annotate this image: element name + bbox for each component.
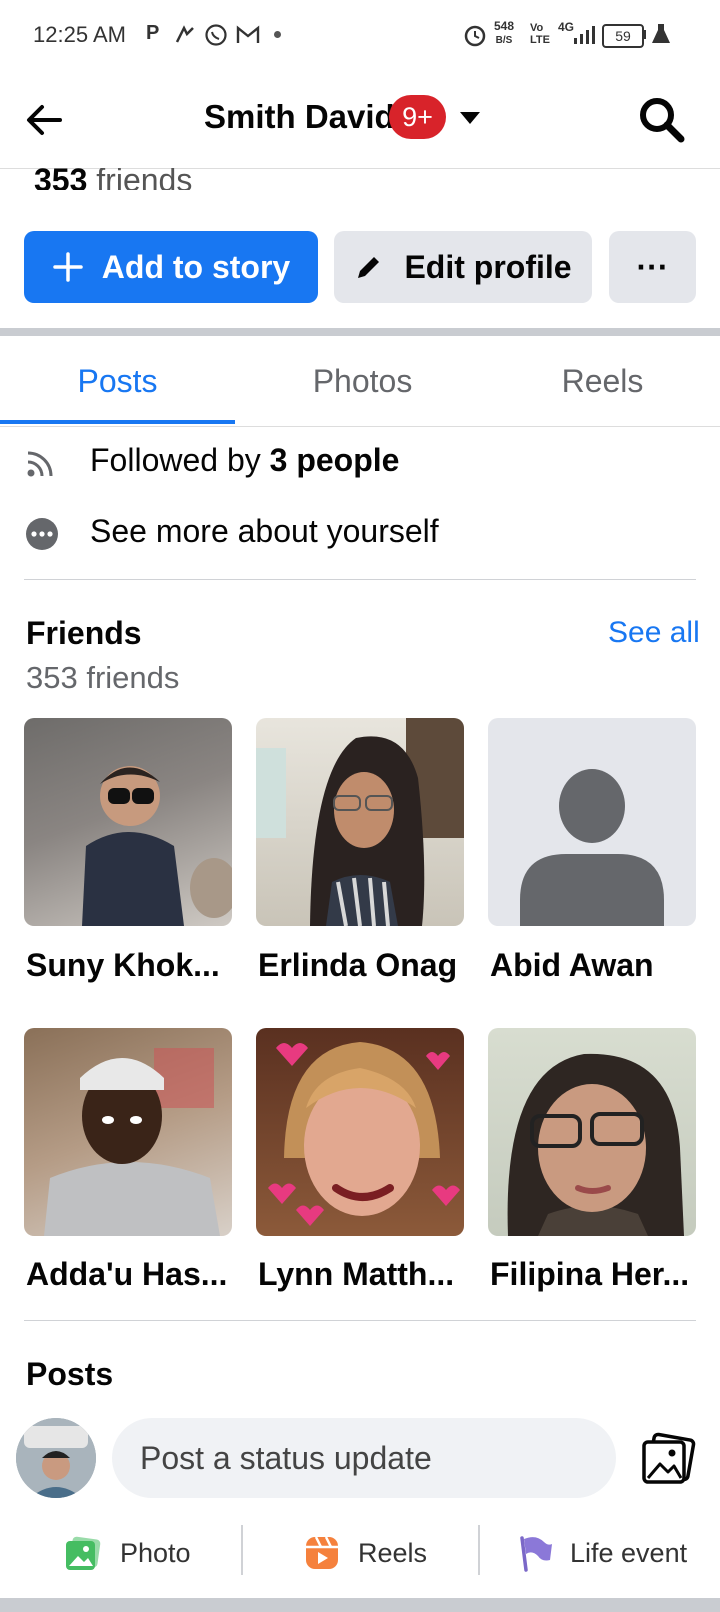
tracking-icon (175, 25, 194, 43)
search-button[interactable] (636, 94, 688, 146)
rss-follow-icon (27, 451, 53, 477)
photo-icon (66, 1536, 101, 1570)
profile-header: Smith David 9+ (0, 72, 720, 169)
battery-tip (643, 30, 646, 39)
friends-section-title: Friends (26, 615, 142, 651)
friends-peek-clip: 353 friends (0, 168, 720, 190)
tab-reels[interactable]: Reels (485, 338, 720, 424)
friend-photo[interactable] (256, 1028, 464, 1236)
photo-label: Photo (120, 1537, 191, 1568)
friend-name[interactable]: Abid Awan (490, 947, 705, 984)
friend-photo-image (256, 718, 464, 926)
friend-photo[interactable] (488, 718, 696, 926)
chevron-down-icon[interactable] (460, 112, 480, 126)
divider (24, 579, 696, 580)
friend-photo-image (507, 1053, 684, 1236)
notification-badge: 9+ (389, 95, 446, 139)
life-event-label: Life event (570, 1537, 688, 1568)
flag-icon (520, 1536, 552, 1572)
dot-icon (274, 31, 281, 38)
status-time: 12:25 AM (33, 22, 126, 47)
net-speed: 548 B/S (494, 19, 515, 47)
flask-icon (652, 24, 670, 43)
photo-gallery-icon (642, 1432, 696, 1484)
edit-profile-label: Edit profile (404, 248, 572, 285)
volte-label: Vo LTE (530, 22, 550, 46)
friend-photo-image (82, 766, 232, 926)
signal-icon (574, 26, 595, 44)
life-event-quick-action[interactable]: Life event (516, 1525, 687, 1581)
add-to-story-label: Add to story (101, 248, 291, 285)
friend-photo-image (268, 1042, 460, 1226)
friend-name[interactable]: Filipina Her... (490, 1256, 705, 1293)
divider (241, 1525, 243, 1575)
default-avatar-icon (520, 769, 664, 926)
friend-photo[interactable] (488, 1028, 696, 1236)
gmail-icon (236, 25, 260, 43)
tabs-divider (0, 426, 720, 427)
friend-name[interactable]: Adda'u Has... (26, 1256, 241, 1293)
friend-name[interactable]: Lynn Matth... (258, 1256, 473, 1293)
photo-quick-action[interactable]: Photo (64, 1525, 191, 1581)
tab-posts[interactable]: Posts (0, 338, 235, 424)
friends-count: 353 friends (26, 660, 180, 695)
section-divider (0, 1598, 720, 1612)
status-bar: 12:25 AM P 548 B/S Vo LTE 4G 59 (0, 0, 720, 72)
battery-icon: 59 (602, 24, 644, 48)
add-photo-button[interactable] (638, 1428, 698, 1488)
friend-name[interactable]: Suny Khok... (26, 947, 241, 984)
profile-name[interactable]: Smith David (204, 98, 395, 136)
see-more-about-yourself[interactable]: See more about yourself (90, 513, 439, 550)
reels-icon (306, 1536, 338, 1569)
more-info-icon (26, 518, 58, 550)
active-tab-indicator (0, 420, 235, 424)
edit-profile-button[interactable]: Edit profile (334, 231, 592, 303)
divider (478, 1525, 480, 1575)
p-icon: P (146, 22, 160, 44)
back-button[interactable] (20, 94, 72, 146)
friend-photo[interactable] (24, 1028, 232, 1236)
back-arrow-icon (27, 105, 62, 135)
friends-peek: 353 friends (34, 168, 193, 190)
friend-photo[interactable] (24, 718, 232, 926)
pencil-icon (358, 257, 380, 278)
friend-photo-image (44, 1048, 220, 1236)
avatar[interactable] (16, 1418, 96, 1498)
plus-icon (53, 252, 83, 282)
more-dots-icon: ··· (636, 248, 669, 285)
search-icon (640, 98, 685, 143)
more-options-button[interactable]: ··· (609, 231, 696, 303)
followed-by-text[interactable]: Followed by 3 people (90, 442, 399, 479)
friend-photo[interactable] (256, 718, 464, 926)
friend-name[interactable]: Erlinda Onag (258, 947, 473, 984)
alarm-icon (464, 25, 486, 47)
add-to-story-button[interactable]: Add to story (24, 231, 318, 303)
reels-label: Reels (358, 1537, 428, 1568)
tab-photos[interactable]: Photos (240, 338, 485, 424)
section-divider (0, 328, 720, 336)
avatar-image (16, 1418, 96, 1498)
divider (24, 1320, 696, 1321)
posts-section-title: Posts (26, 1356, 114, 1392)
see-all-friends-link[interactable]: See all (608, 616, 700, 650)
whatsapp-icon (205, 24, 227, 46)
reels-quick-action[interactable]: Reels (304, 1525, 427, 1581)
status-update-input[interactable]: Post a status update (112, 1418, 616, 1498)
